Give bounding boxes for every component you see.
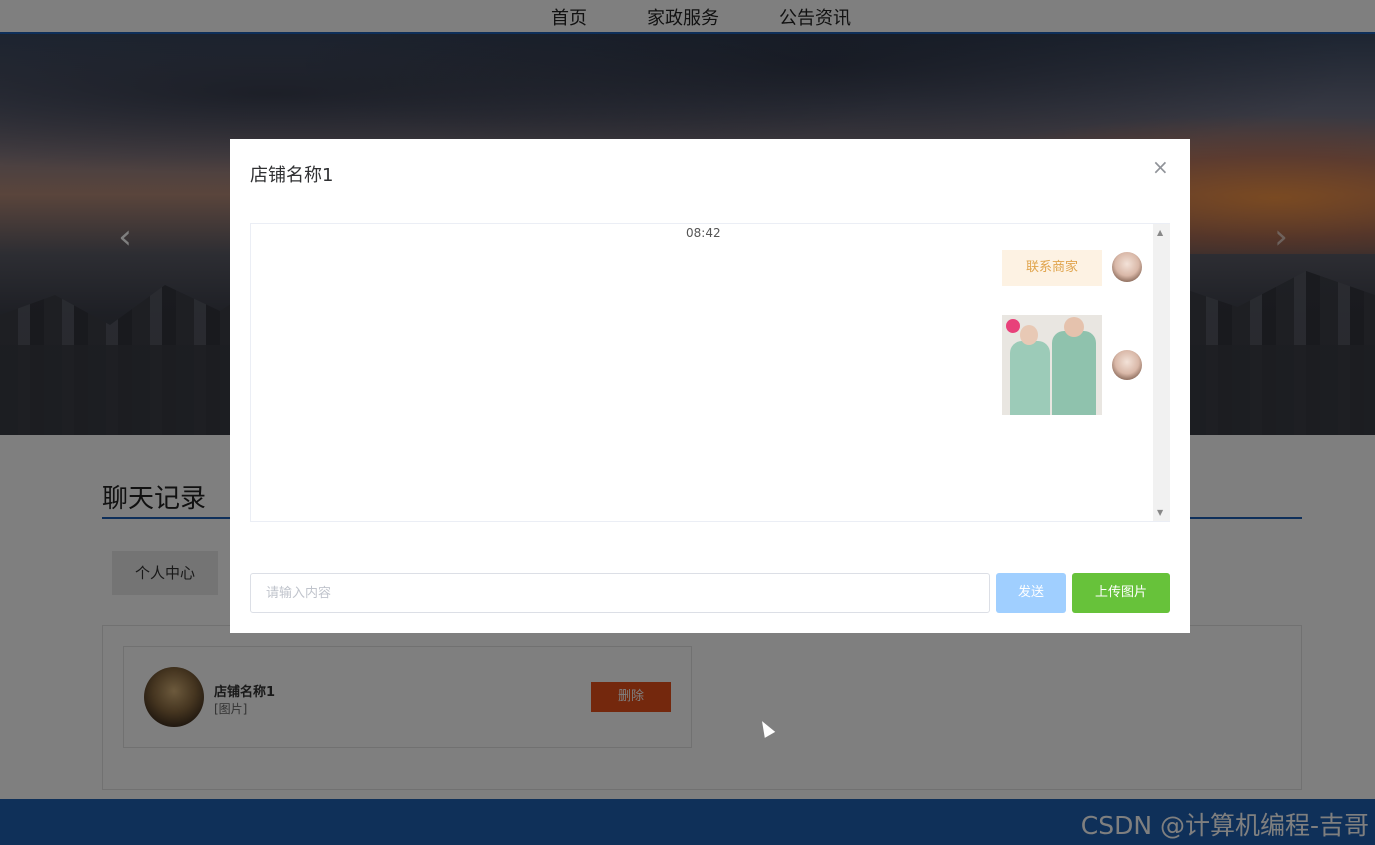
user-avatar (1112, 252, 1142, 282)
image-message[interactable] (1002, 315, 1102, 415)
image-figure-left (1010, 341, 1050, 415)
image-badge (1006, 319, 1020, 333)
upload-image-button[interactable]: 上传图片 (1072, 573, 1170, 613)
message-input[interactable] (250, 573, 990, 613)
scroll-down-icon[interactable]: ▼ (1157, 508, 1163, 517)
user-avatar (1112, 350, 1142, 380)
scroll-up-icon[interactable]: ▲ (1157, 228, 1163, 237)
message-bubble: 联系商家 (1002, 250, 1102, 286)
message-time: 08:42 (686, 226, 721, 240)
dialog-title: 店铺名称1 (250, 165, 334, 186)
image-figure-right (1052, 331, 1096, 415)
image-head-left (1020, 325, 1038, 345)
send-button[interactable]: 发送 (996, 573, 1066, 613)
chat-messages[interactable]: 08:42 联系商家 ▲ ▼ (250, 223, 1170, 522)
image-head-right (1064, 317, 1084, 337)
close-icon[interactable]: × (1152, 155, 1169, 179)
chat-dialog: 店铺名称1 × 08:42 联系商家 ▲ ▼ 发送 上传图片 (230, 139, 1190, 633)
scrollbar[interactable]: ▲ ▼ (1153, 224, 1170, 521)
